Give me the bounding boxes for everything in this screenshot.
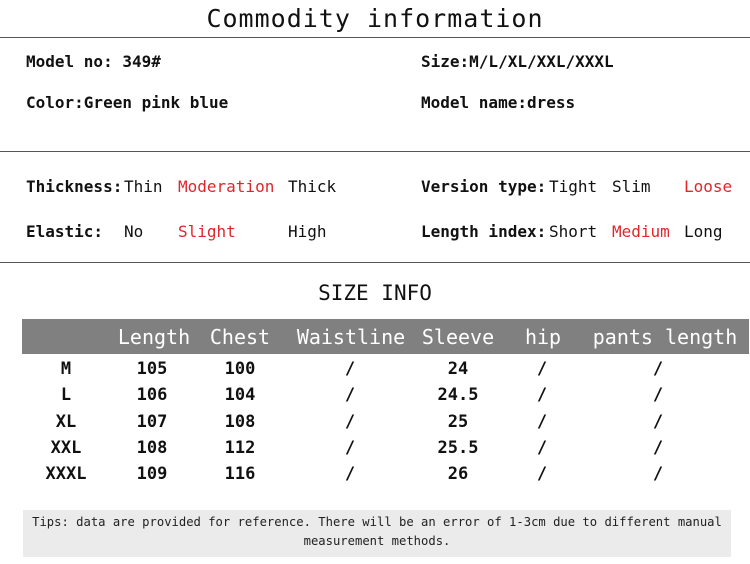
- size-info-title: SIZE INFO: [318, 281, 432, 305]
- version-type-label: Version type:: [421, 177, 547, 196]
- header-length: Length: [117, 325, 191, 349]
- cell-chest: 108: [224, 412, 256, 432]
- thickness-label: Thickness:: [26, 177, 123, 196]
- cell-waistline: /: [344, 464, 356, 484]
- version-option-loose: Loose: [684, 177, 733, 196]
- cell-chest: 112: [224, 438, 256, 458]
- tips-line-1: Tips: data are provided for reference. T…: [32, 515, 722, 529]
- page-title: Commodity information: [206, 4, 544, 33]
- thickness-option-moderation: Moderation: [178, 177, 275, 196]
- divider: [0, 37, 750, 38]
- cell-size: XXXL: [45, 464, 87, 484]
- cell-length: 108: [136, 438, 168, 458]
- length-option-medium: Medium: [612, 222, 670, 241]
- length-option-long: Long: [684, 222, 723, 241]
- version-option-tight: Tight: [549, 177, 598, 196]
- header-hip: hip: [524, 325, 562, 349]
- cell-sleeve: 25.5: [437, 438, 479, 458]
- cell-length: 107: [136, 412, 168, 432]
- cell-hip: /: [536, 385, 548, 405]
- divider: [0, 262, 750, 263]
- cell-chest: 104: [224, 385, 256, 405]
- header-waistline: Waistline: [296, 325, 406, 349]
- cell-sleeve: 24: [447, 359, 469, 379]
- cell-sleeve: 25: [447, 412, 469, 432]
- cell-pants-length: /: [652, 464, 664, 484]
- cell-chest: 100: [224, 359, 256, 379]
- tips-line-2: measurement methods.: [303, 534, 451, 548]
- model-no: Model no: 349#: [26, 52, 161, 71]
- elastic-option-slight: Slight: [178, 222, 236, 241]
- size-list: Size:M/L/XL/XXL/XXXL: [421, 52, 614, 71]
- cell-length: 109: [136, 464, 168, 484]
- length-index-label: Length index:: [421, 222, 547, 241]
- cell-pants-length: /: [652, 438, 664, 458]
- cell-length: 105: [136, 359, 168, 379]
- cell-waistline: /: [344, 412, 356, 432]
- cell-waistline: /: [344, 438, 356, 458]
- elastic-label: Elastic:: [26, 222, 104, 241]
- color-info: Color:Green pink blue: [26, 93, 229, 112]
- cell-pants-length: /: [652, 385, 664, 405]
- cell-size: L: [60, 385, 72, 405]
- cell-hip: /: [536, 464, 548, 484]
- cell-sleeve: 26: [447, 464, 469, 484]
- cell-hip: /: [536, 412, 548, 432]
- version-option-slim: Slim: [612, 177, 651, 196]
- length-option-short: Short: [549, 222, 598, 241]
- cell-sleeve: 24.5: [437, 385, 479, 405]
- elastic-option-high: High: [288, 222, 327, 241]
- tips-box: Tips: data are provided for reference. T…: [23, 510, 731, 557]
- cell-hip: /: [536, 359, 548, 379]
- cell-hip: /: [536, 438, 548, 458]
- cell-pants-length: /: [652, 412, 664, 432]
- cell-waistline: /: [344, 385, 356, 405]
- cell-chest: 116: [224, 464, 256, 484]
- cell-size: XL: [55, 412, 77, 432]
- cell-pants-length: /: [652, 359, 664, 379]
- cell-waistline: /: [344, 359, 356, 379]
- header-sleeve: Sleeve: [421, 325, 495, 349]
- header-chest: Chest: [209, 325, 271, 349]
- model-name: Model name:dress: [421, 93, 576, 112]
- cell-length: 106: [136, 385, 168, 405]
- cell-size: M: [60, 359, 72, 379]
- header-pants-length: pants length: [592, 325, 738, 349]
- size-table-header: Length Chest Waistline Sleeve hip pants …: [22, 319, 749, 354]
- divider: [0, 151, 750, 152]
- cell-size: XXL: [50, 438, 82, 458]
- elastic-option-no: No: [124, 222, 144, 241]
- thickness-option-thin: Thin: [124, 177, 163, 196]
- thickness-option-thick: Thick: [288, 177, 337, 196]
